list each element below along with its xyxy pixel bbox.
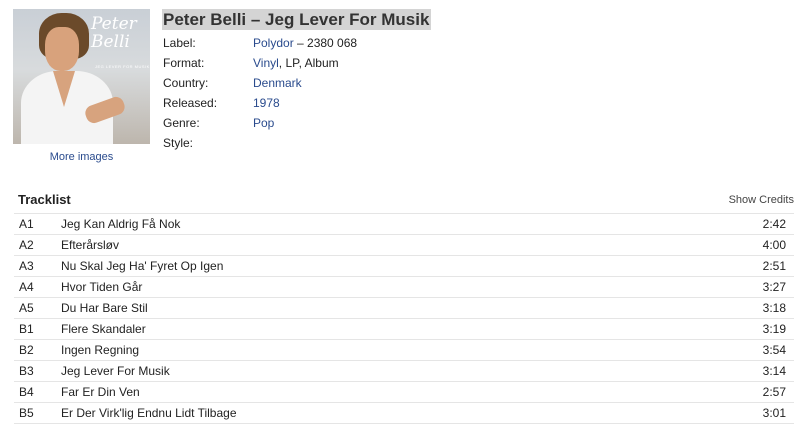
meta-row-country: Country: Denmark [163,73,563,93]
track-title: Jeg Lever For Musik [61,364,170,378]
track-title: Nu Skal Jeg Ha' Fyret Op Igen [61,259,224,273]
track-title: Efterårsløv [61,238,120,252]
track-row[interactable]: B3 Jeg Lever For Musik 3:14 [14,361,794,382]
tracklist-table: A1 Jeg Kan Aldrig Få Nok 2:42 A2 Efterår… [14,213,794,424]
track-title: Du Har Bare Stil [61,301,148,315]
meta-key: Genre: [163,116,200,130]
track-position: A3 [19,259,34,273]
release-meta: Label: Polydor – 2380 068 Format: Vinyl,… [163,33,563,153]
track-position: B5 [19,406,34,420]
track-duration: 2:42 [762,217,786,231]
track-title: Jeg Kan Aldrig Få Nok [61,217,181,231]
cover-subtitle: JEG LEVER FOR MUSIK [95,64,150,69]
show-credits-button[interactable]: Show Credits [729,194,794,206]
meta-key: Released: [163,96,218,110]
tracklist-title: Tracklist [18,192,71,207]
track-position: B3 [19,364,34,378]
meta-row-label: Label: Polydor – 2380 068 [163,33,563,53]
track-duration: 3:19 [762,322,786,336]
cover-signature-line1: Peter [91,14,137,34]
track-position: B1 [19,322,34,336]
track-title: Ingen Regning [61,343,140,357]
format-rest: , LP, Album [278,56,339,70]
meta-key: Label: [163,36,196,50]
more-images-link[interactable]: More images [13,151,150,163]
track-row[interactable]: A3 Nu Skal Jeg Ha' Fyret Op Igen 2:51 [14,256,794,277]
track-row[interactable]: B5 Er Der Virk'lig Endnu Lidt Tilbage 3:… [14,403,794,424]
track-duration: 2:51 [762,259,786,273]
meta-value: Pop [253,113,274,133]
meta-row-released: Released: 1978 [163,93,563,113]
tracklist-header: Tracklist Show Credits [18,190,794,212]
meta-value: 1978 [253,93,280,113]
meta-value: Vinyl, LP, Album [253,53,339,73]
country-link[interactable]: Denmark [253,76,302,90]
track-title: Er Der Virk'lig Endnu Lidt Tilbage [61,406,237,420]
track-position: A1 [19,217,34,231]
track-position: A4 [19,280,34,294]
track-duration: 2:57 [762,385,786,399]
meta-row-genre: Genre: Pop [163,113,563,133]
track-position: A5 [19,301,34,315]
catalog-number: – 2380 068 [293,36,358,50]
release-page: Peter Belli JEG LEVER FOR MUSIK More ima… [0,0,809,433]
track-duration: 3:14 [762,364,786,378]
meta-value: Polydor – 2380 068 [253,33,357,53]
track-row[interactable]: A4 Hvor Tiden Går 3:27 [14,277,794,298]
track-row[interactable]: A1 Jeg Kan Aldrig Få Nok 2:42 [14,214,794,235]
format-link[interactable]: Vinyl [253,56,279,70]
track-row[interactable]: B4 Far Er Din Ven 2:57 [14,382,794,403]
track-position: B2 [19,343,34,357]
track-duration: 4:00 [762,238,786,252]
track-position: A2 [19,238,34,252]
track-duration: 3:54 [762,343,786,357]
release-title: Peter Belli – Jeg Lever For Musik [162,9,432,30]
track-duration: 3:18 [762,301,786,315]
track-row[interactable]: A2 Efterårsløv 4:00 [14,235,794,256]
track-row[interactable]: A5 Du Har Bare Stil 3:18 [14,298,794,319]
meta-row-format: Format: Vinyl, LP, Album [163,53,563,73]
cover-face [45,27,79,71]
track-duration: 3:27 [762,280,786,294]
track-row[interactable]: B2 Ingen Regning 3:54 [14,340,794,361]
meta-key: Format: [163,56,205,70]
track-title: Far Er Din Ven [61,385,140,399]
released-link[interactable]: 1978 [253,96,280,110]
meta-key: Country: [163,76,209,90]
track-row[interactable]: B1 Flere Skandaler 3:19 [14,319,794,340]
album-cover-image[interactable]: Peter Belli JEG LEVER FOR MUSIK [13,9,150,144]
meta-value: Denmark [253,73,302,93]
meta-row-style: Style: [163,133,563,153]
genre-link[interactable]: Pop [253,116,274,130]
meta-key: Style: [163,136,194,150]
track-position: B4 [19,385,34,399]
cover-signature-line2: Belli [91,32,130,52]
cover-signature: Peter Belli [91,15,149,51]
track-duration: 3:01 [762,406,786,420]
track-title: Hvor Tiden Går [61,280,143,294]
label-link[interactable]: Polydor [253,36,294,50]
track-title: Flere Skandaler [61,322,146,336]
